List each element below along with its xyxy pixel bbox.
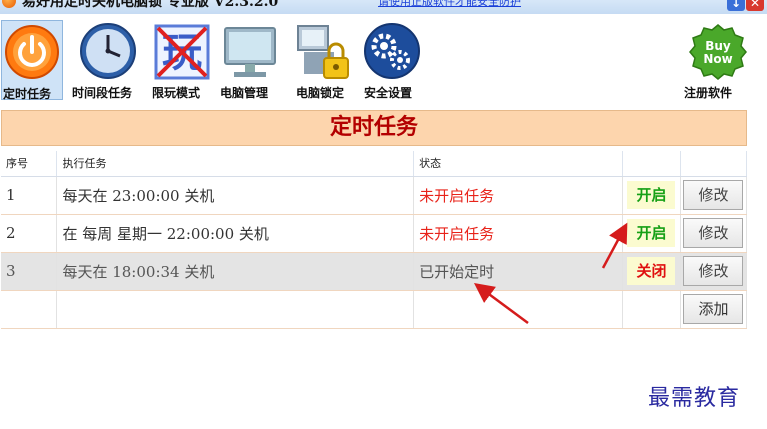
window-title: 易好用定时关机电脑锁 专业版 V2.3.2.0 [22, 0, 279, 10]
row-index: 2 [1, 214, 58, 253]
add-task-button[interactable]: 添加 [683, 294, 744, 324]
close-icon[interactable]: ✕ [746, 0, 764, 11]
gears-icon [364, 23, 420, 79]
tool-scheduled-tasks[interactable]: 定时任务 [1, 20, 63, 101]
col-header-status: 状态 [413, 151, 623, 177]
row-task: 在 每周 星期一 22:00:00 关机 [56, 214, 415, 253]
tool-label: 时间段任务 [72, 86, 133, 100]
col-header-toggle [622, 151, 681, 177]
edit-button[interactable]: 修改 [683, 256, 744, 286]
enable-button[interactable]: 开启 [627, 219, 676, 247]
tool-register[interactable]: Buy Now 注册软件 [680, 20, 750, 100]
tool-pc-lock[interactable]: 电脑锁定 [292, 20, 356, 100]
task-table: 序号 执行任务 状态 1 每天在 23:00:00 关机 未开启任务 开启 修改… [1, 151, 748, 329]
monitor-icon [224, 27, 276, 77]
clock-icon [80, 23, 136, 79]
table-row-selected[interactable]: 3 每天在 18:00:34 关机 已开始定时 关闭 修改 [1, 252, 748, 291]
watermark: 最需教育 [648, 386, 741, 411]
col-header-task: 执行任务 [56, 151, 415, 177]
table-row[interactable]: 2 在 每周 星期一 22:00:00 关机 未开启任务 开启 修改 [1, 214, 748, 253]
power-icon [5, 25, 59, 79]
row-status: 已开始定时 [413, 252, 623, 291]
tool-label: 安全设置 [364, 86, 413, 100]
col-header-index: 序号 [1, 151, 58, 177]
disable-button[interactable]: 关闭 [627, 257, 676, 285]
buy-badge-line2: Now [703, 52, 732, 66]
tool-security-settings[interactable]: 安全设置 [360, 20, 424, 100]
table-header-row: 序号 执行任务 状态 [1, 151, 748, 177]
minimize-icon[interactable]: ↓ [727, 0, 745, 11]
edit-button[interactable]: 修改 [683, 180, 744, 210]
buy-badge-line1: Buy [705, 39, 731, 53]
col-header-edit [680, 151, 748, 177]
row-status: 未开启任务 [413, 214, 623, 253]
title-bar: 易好用定时关机电脑锁 专业版 V2.3.2.0 请使用正版软件才能安全防护 ↓ … [0, 0, 767, 14]
tool-label: 定时任务 [3, 87, 52, 101]
section-title: 定时任务 [1, 110, 747, 146]
app-icon [2, 0, 16, 8]
tool-time-range-tasks[interactable]: 时间段任务 [70, 20, 148, 100]
computer-lock-icon [297, 25, 349, 79]
tool-label: 限玩模式 [152, 86, 201, 100]
tool-label: 注册软件 [684, 86, 733, 100]
buy-now-badge: Buy Now [689, 24, 747, 80]
tool-label: 电脑锁定 [296, 86, 345, 100]
row-index: 3 [1, 252, 58, 291]
license-notice-link[interactable]: 请使用正版软件才能安全防护 [378, 0, 521, 9]
main-toolbar: 定时任务 时间段任务 玩 限玩模式 电脑管理 [0, 14, 767, 102]
table-row[interactable]: 1 每天在 23:00:00 关机 未开启任务 开启 修改 [1, 176, 748, 215]
no-game-icon: 玩 [154, 24, 210, 80]
row-task: 每天在 23:00:00 关机 [56, 176, 415, 215]
enable-button[interactable]: 开启 [627, 181, 676, 209]
tool-play-limit-mode[interactable]: 玩 限玩模式 [152, 20, 214, 100]
row-status: 未开启任务 [413, 176, 623, 215]
edit-button[interactable]: 修改 [683, 218, 744, 248]
tool-label: 电脑管理 [220, 86, 269, 100]
table-row-empty: 添加 [1, 290, 748, 329]
tool-pc-management[interactable]: 电脑管理 [218, 20, 282, 100]
row-task: 每天在 18:00:34 关机 [56, 252, 415, 291]
row-index: 1 [1, 176, 58, 215]
